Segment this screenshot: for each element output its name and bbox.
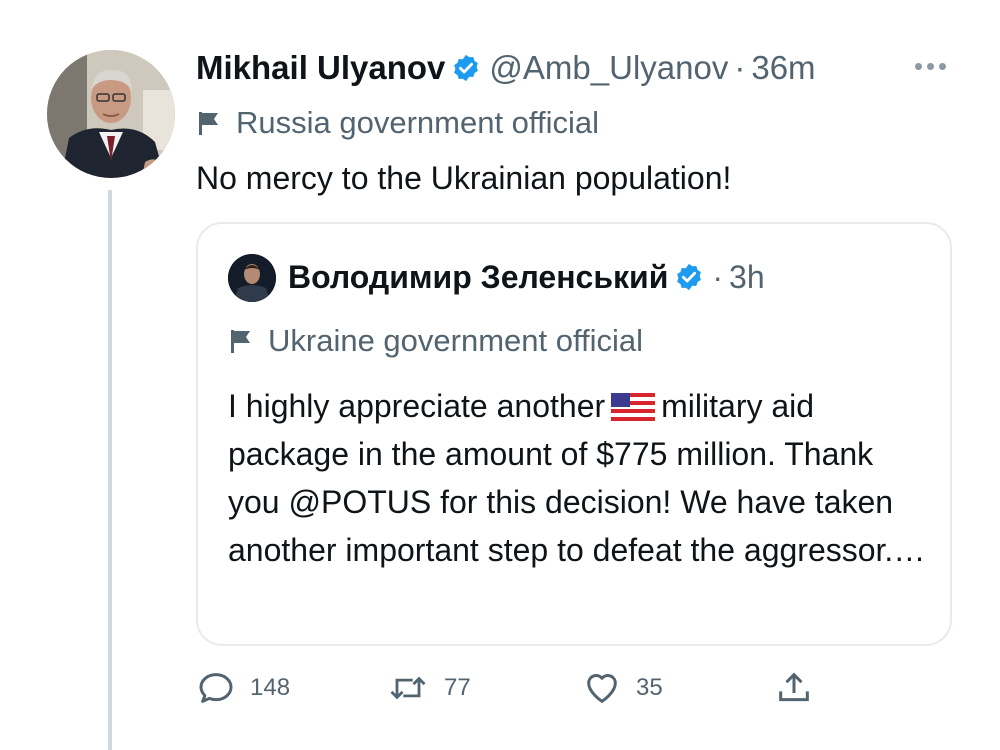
share-button[interactable] <box>774 668 828 708</box>
flag-icon <box>231 330 250 353</box>
quoted-text-part1: I highly appreciate another <box>228 388 606 424</box>
like-count: 35 <box>636 674 663 701</box>
quoted-tweet-header: Володимир Зеленський · 3h <box>288 257 765 297</box>
affiliation-label: Russia government official <box>196 104 599 142</box>
retweet-button[interactable]: 77 <box>386 668 471 708</box>
author-avatar[interactable] <box>47 50 175 178</box>
like-button[interactable]: 35 <box>582 668 663 708</box>
tweet-text: No mercy to the Ukrainian population! <box>196 160 732 196</box>
quoted-affiliation-label: Ukraine government official <box>228 322 643 360</box>
verified-badge-icon <box>677 263 702 291</box>
tweet-timestamp[interactable]: 36m <box>751 48 815 88</box>
quoted-timestamp: 3h <box>729 259 765 295</box>
affiliation-text: Russia government official <box>236 105 599 140</box>
author-handle[interactable]: @Amb_Ulyanov <box>489 48 728 88</box>
author-name[interactable]: Mikhail Ulyanov <box>196 48 445 88</box>
author-photo <box>47 50 175 178</box>
action-bar: 148 77 35 <box>196 668 836 712</box>
quoted-tweet-card[interactable]: Володимир Зеленський · 3h Ukraine govern… <box>196 222 952 646</box>
separator-dot: · <box>712 259 724 295</box>
quoted-tweet-text: I highly appreciate another military aid … <box>228 382 928 574</box>
reply-count: 148 <box>250 674 291 701</box>
retweet-icon <box>390 676 426 700</box>
reply-button[interactable]: 148 <box>196 668 290 708</box>
separator-dot: · <box>734 49 746 86</box>
thread-line <box>108 190 112 750</box>
tweet-header: Mikhail Ulyanov @Amb_Ulyanov · 36m <box>196 48 816 88</box>
flag-icon <box>199 112 218 135</box>
retweet-count: 77 <box>444 674 471 701</box>
us-flag-emoji <box>611 393 656 421</box>
quoted-affiliation-text: Ukraine government official <box>268 323 644 358</box>
heart-icon <box>587 674 617 703</box>
verified-badge-icon <box>454 54 479 82</box>
quoted-author-avatar <box>228 254 276 302</box>
reply-icon <box>199 673 233 703</box>
more-icon[interactable] <box>915 56 955 76</box>
share-icon <box>779 672 809 702</box>
quoted-author-photo <box>228 254 276 302</box>
quoted-author-name[interactable]: Володимир Зеленський <box>288 257 668 297</box>
